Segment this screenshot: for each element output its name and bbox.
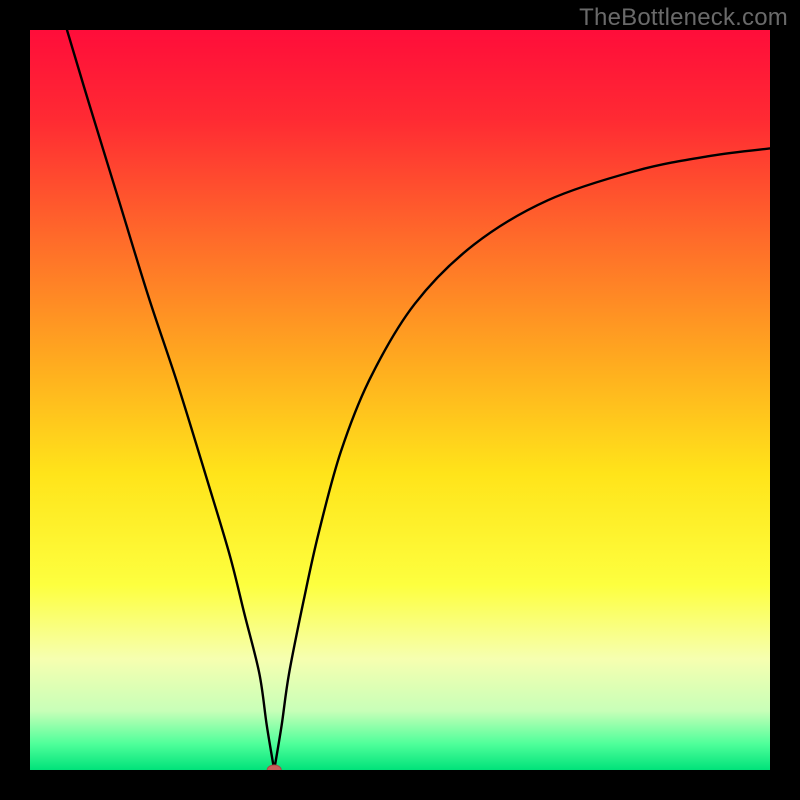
plot-area [30, 30, 770, 770]
chart-frame: TheBottleneck.com [0, 0, 800, 800]
watermark-text: TheBottleneck.com [579, 4, 788, 32]
gradient-background [30, 30, 770, 770]
chart-svg [30, 30, 770, 770]
